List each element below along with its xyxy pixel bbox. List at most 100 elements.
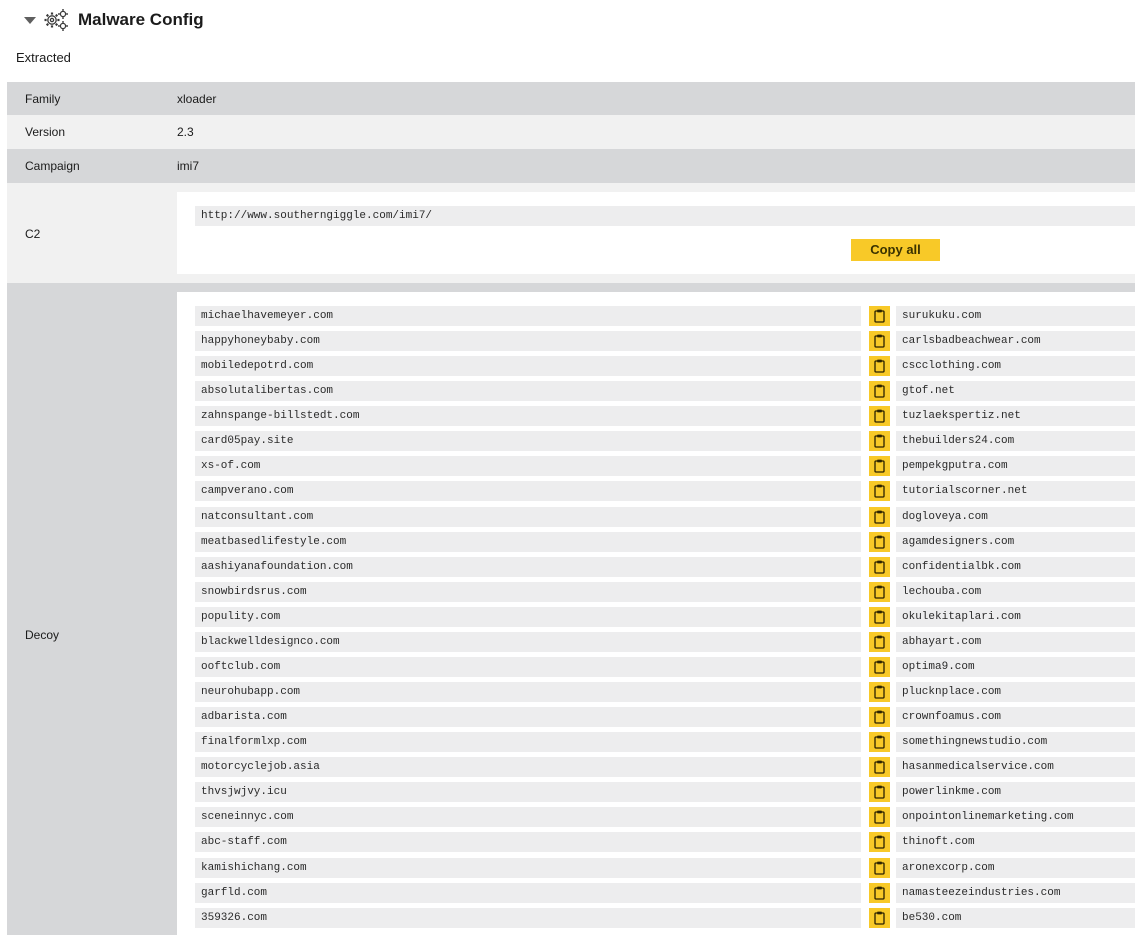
decoy-domain[interactable]: mobiledepotrd.com [195, 356, 861, 376]
decoy-domain[interactable]: snowbirdsrus.com [195, 582, 861, 602]
decoy-domain[interactable]: confidentialbk.com [896, 557, 1135, 577]
copy-clipboard-button[interactable] [869, 732, 890, 752]
decoy-list-row: neurohubapp.com plucknplace.com [195, 682, 1135, 702]
decoy-domain[interactable]: crownfoamus.com [896, 707, 1135, 727]
decoy-domain[interactable]: lechouba.com [896, 582, 1135, 602]
campaign-row: Campaign imi7 [7, 149, 1135, 183]
copy-clipboard-button[interactable] [869, 757, 890, 777]
copy-clipboard-button[interactable] [869, 431, 890, 451]
decoy-domain[interactable]: blackwelldesignco.com [195, 632, 861, 652]
decoy-domain[interactable]: adbarista.com [195, 707, 861, 727]
decoy-domain[interactable]: pempekgputra.com [896, 456, 1135, 476]
copy-clipboard-button[interactable] [869, 832, 890, 852]
copy-clipboard-button[interactable] [869, 582, 890, 602]
decoy-label: Decoy [25, 628, 60, 642]
decoy-domain[interactable]: absolutalibertas.com [195, 381, 861, 401]
copy-clipboard-button[interactable] [869, 858, 890, 878]
decoy-list-row: mobiledepotrd.com cscclothing.com [195, 356, 1135, 376]
copy-all-button[interactable]: Copy all [851, 239, 940, 261]
decoy-domain[interactable]: card05pay.site [195, 431, 861, 451]
decoy-domain[interactable]: finalformlxp.com [195, 732, 861, 752]
clipboard-icon [874, 459, 885, 473]
copy-clipboard-button[interactable] [869, 632, 890, 652]
campaign-value: imi7 [177, 159, 200, 173]
copy-clipboard-button[interactable] [869, 331, 890, 351]
copy-clipboard-button[interactable] [869, 306, 890, 326]
campaign-label: Campaign [25, 159, 80, 173]
copy-clipboard-button[interactable] [869, 507, 890, 527]
decoy-domain[interactable]: onpointonlinemarketing.com [896, 807, 1135, 827]
decoy-list-row: populity.com okulekitaplari.com [195, 607, 1135, 627]
decoy-domain[interactable]: okulekitaplari.com [896, 607, 1135, 627]
clipboard-icon [874, 760, 885, 774]
decoy-domain[interactable]: abc-staff.com [195, 832, 861, 852]
decoy-domain[interactable]: cscclothing.com [896, 356, 1135, 376]
copy-clipboard-button[interactable] [869, 657, 890, 677]
decoy-list-row: aashiyanafoundation.com confidentialbk.co… [195, 557, 1135, 577]
version-row: Version 2.3 [7, 115, 1135, 149]
c2-panel [177, 192, 1135, 274]
decoy-domain[interactable]: happyhoneybaby.com [195, 331, 861, 351]
decoy-domain[interactable]: motorcyclejob.asia [195, 757, 861, 777]
decoy-domain[interactable]: natconsultant.com [195, 507, 861, 527]
copy-clipboard-button[interactable] [869, 782, 890, 802]
decoy-list-row: 359326.com be530.com [195, 908, 1135, 928]
copy-clipboard-button[interactable] [869, 707, 890, 727]
copy-clipboard-button[interactable] [869, 607, 890, 627]
decoy-domain[interactable]: dogloveya.com [896, 507, 1135, 527]
c2-url[interactable]: http://www.southerngiggle.com/imi7/ [195, 206, 1135, 226]
decoy-domain[interactable]: thebuilders24.com [896, 431, 1135, 451]
decoy-list-row: ooftclub.com optima9.com [195, 657, 1135, 677]
decoy-domain[interactable]: meatbasedlifestyle.com [195, 532, 861, 552]
decoy-domain[interactable]: be530.com [896, 908, 1135, 928]
decoy-domain[interactable]: garfld.com [195, 883, 861, 903]
decoy-domain[interactable]: aashiyanafoundation.com [195, 557, 861, 577]
decoy-domain[interactable]: michaelhavemeyer.com [195, 306, 861, 326]
copy-clipboard-button[interactable] [869, 356, 890, 376]
decoy-domain[interactable]: tuzlaekspertiz.net [896, 406, 1135, 426]
copy-clipboard-button[interactable] [869, 406, 890, 426]
decoy-domain[interactable]: zahnspange-billstedt.com [195, 406, 861, 426]
clipboard-icon [874, 434, 885, 448]
decoy-domain[interactable]: abhayart.com [896, 632, 1135, 652]
copy-clipboard-button[interactable] [869, 381, 890, 401]
copy-clipboard-button[interactable] [869, 807, 890, 827]
decoy-domain[interactable]: agamdesigners.com [896, 532, 1135, 552]
decoy-domain[interactable]: aronexcorp.com [896, 858, 1135, 878]
decoy-domain[interactable]: somethingnewstudio.com [896, 732, 1135, 752]
decoy-domain[interactable]: sceneinnyc.com [195, 807, 861, 827]
decoy-domain[interactable]: surukuku.com [896, 306, 1135, 326]
decoy-list-row: abc-staff.com thinoft.com [195, 832, 1135, 852]
clipboard-icon [874, 886, 885, 900]
copy-clipboard-button[interactable] [869, 481, 890, 501]
family-row: Family xloader [7, 82, 1135, 115]
decoy-domain[interactable]: tutorialscorner.net [896, 481, 1135, 501]
decoy-domain[interactable]: neurohubapp.com [195, 682, 861, 702]
family-label: Family [25, 92, 61, 106]
copy-clipboard-button[interactable] [869, 883, 890, 903]
decoy-domain[interactable]: carlsbadbeachwear.com [896, 331, 1135, 351]
decoy-domain[interactable]: xs-of.com [195, 456, 861, 476]
clipboard-icon [874, 810, 885, 824]
decoy-domain[interactable]: namasteezeindustries.com [896, 883, 1135, 903]
clipboard-icon [874, 585, 885, 599]
copy-clipboard-button[interactable] [869, 682, 890, 702]
decoy-domain[interactable]: kamishichang.com [195, 858, 861, 878]
decoy-domain[interactable]: hasanmedicalservice.com [896, 757, 1135, 777]
decoy-domain[interactable]: populity.com [195, 607, 861, 627]
decoy-domain[interactable]: gtof.net [896, 381, 1135, 401]
decoy-domain[interactable]: thvsjwjvy.icu [195, 782, 861, 802]
copy-clipboard-button[interactable] [869, 908, 890, 928]
decoy-domain[interactable]: thinoft.com [896, 832, 1135, 852]
decoy-domain[interactable]: campverano.com [195, 481, 861, 501]
decoy-domain[interactable]: ooftclub.com [195, 657, 861, 677]
malware-config-header[interactable]: Malware Config [0, 0, 1135, 44]
copy-clipboard-button[interactable] [869, 456, 890, 476]
decoy-domain[interactable]: plucknplace.com [896, 682, 1135, 702]
decoy-domain[interactable]: powerlinkme.com [896, 782, 1135, 802]
decoy-domain[interactable]: optima9.com [896, 657, 1135, 677]
copy-clipboard-button[interactable] [869, 557, 890, 577]
copy-clipboard-button[interactable] [869, 532, 890, 552]
decoy-domain[interactable]: 359326.com [195, 908, 861, 928]
collapse-caret-icon[interactable] [24, 17, 36, 24]
